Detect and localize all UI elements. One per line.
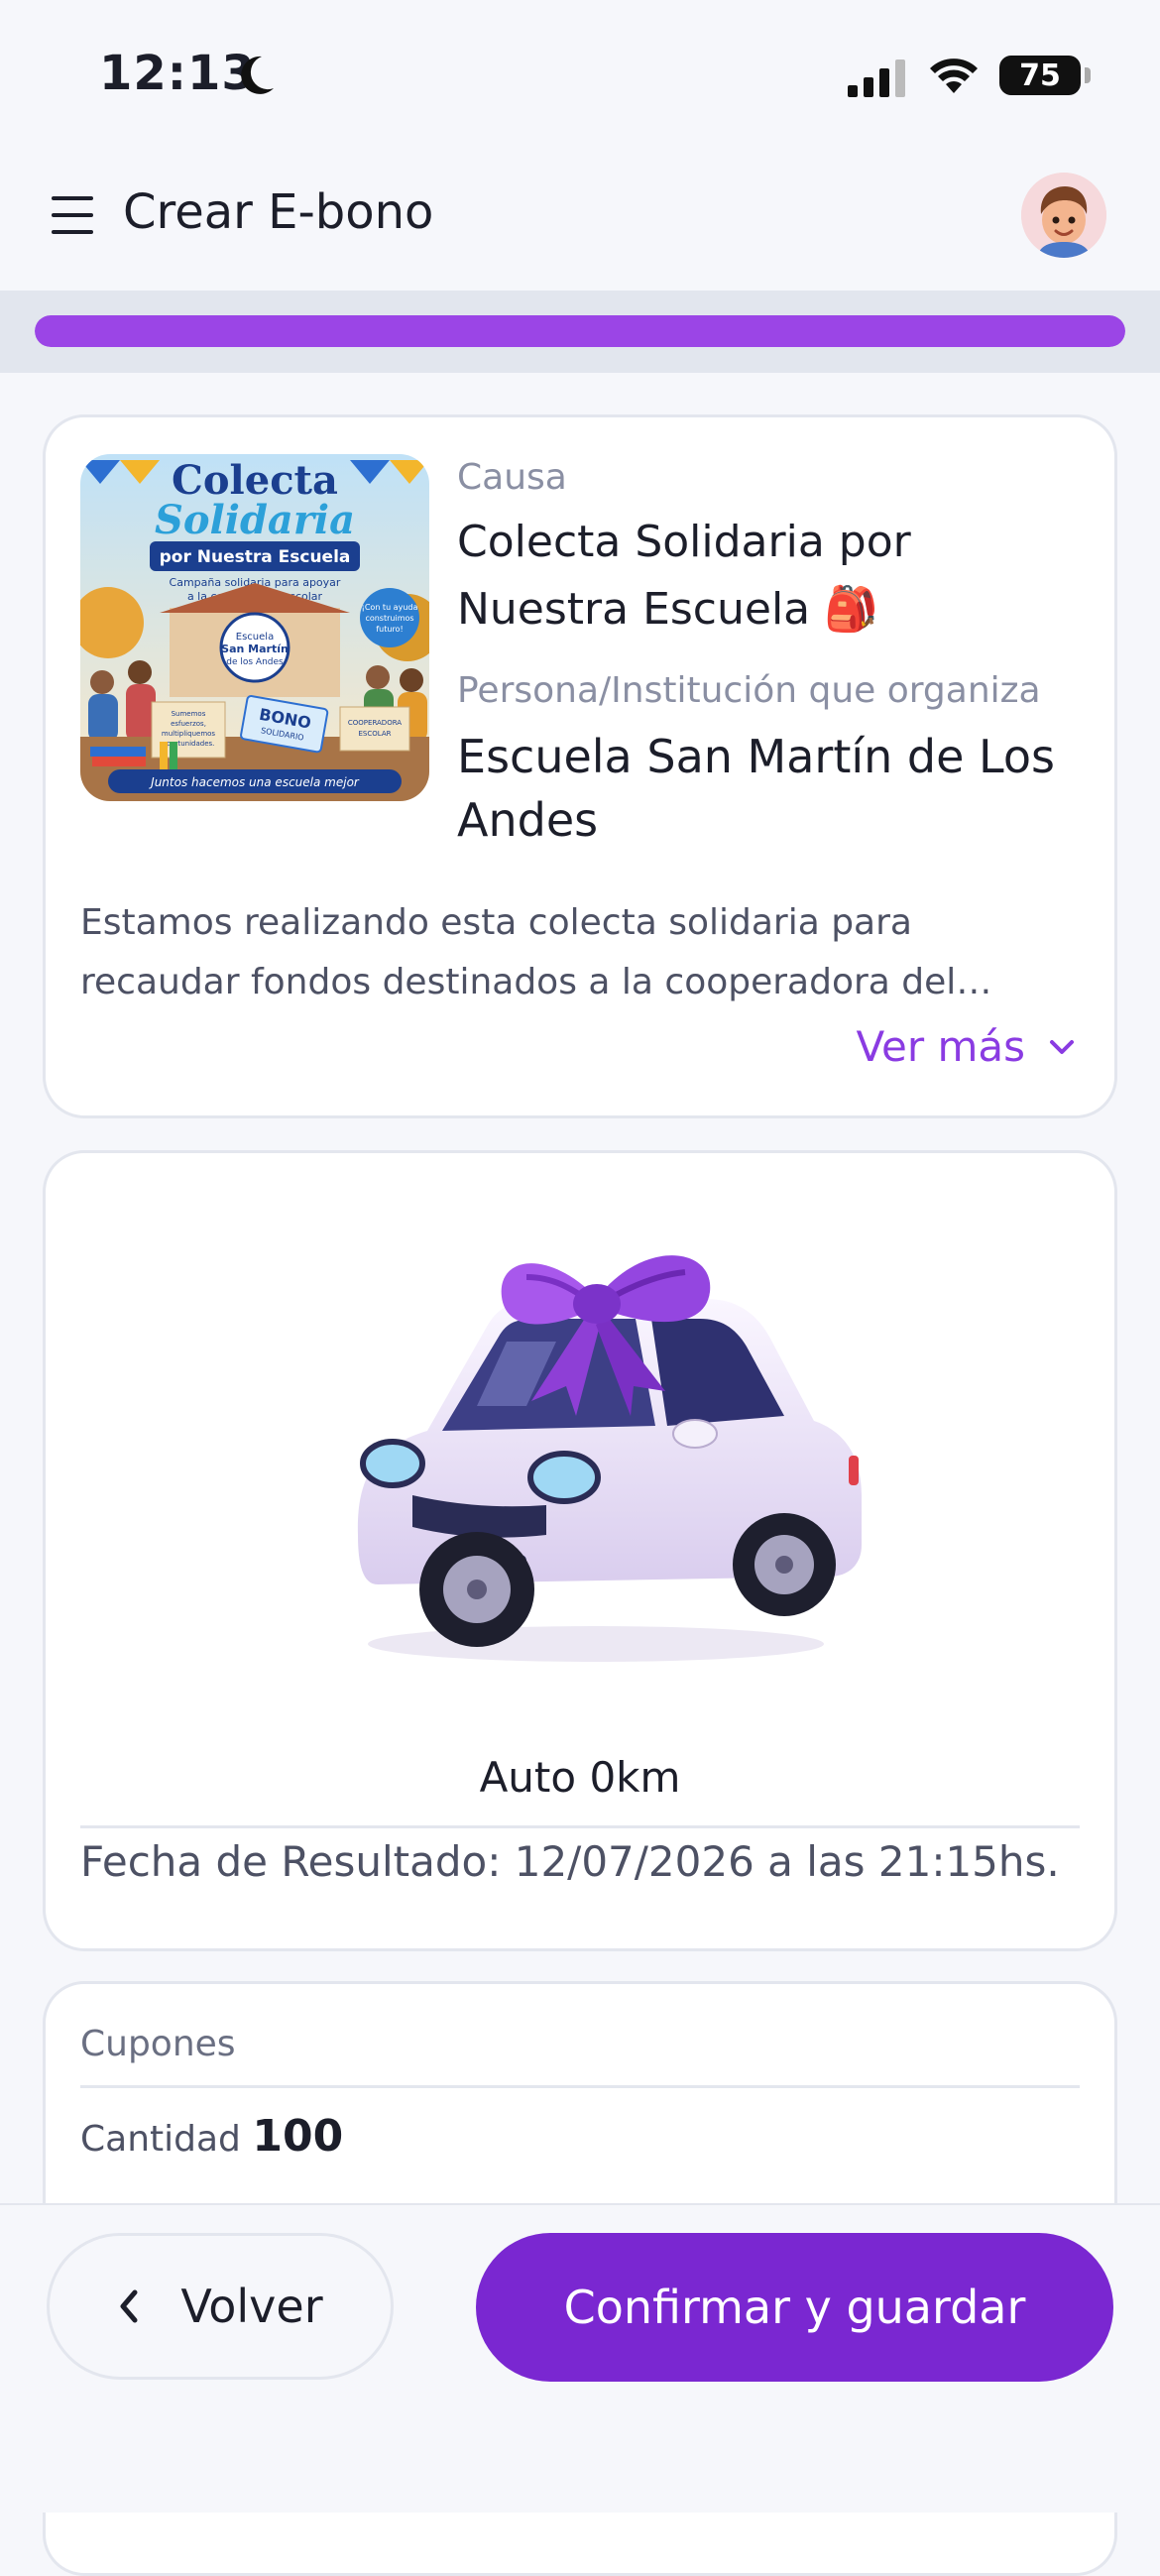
see-more-button[interactable]: Ver más xyxy=(857,1022,1075,1071)
see-more-label: Ver más xyxy=(856,1022,1025,1071)
cause-description: Estamos realizando esta colecta solidari… xyxy=(80,902,957,1002)
poster-coop-2: ESCOLAR xyxy=(359,730,392,738)
result-date: Fecha de Resultado: 12/07/2026 a las 21:… xyxy=(80,1837,1060,1886)
poster-school-3: de los Andes xyxy=(226,657,284,667)
chevron-left-icon xyxy=(120,2289,138,2323)
progress-bar xyxy=(35,315,1125,347)
poster-help-2: construimos xyxy=(365,614,413,623)
back-button-label: Volver xyxy=(180,2280,323,2333)
battery-tip xyxy=(1085,67,1091,83)
battery-icon: 75 xyxy=(999,56,1081,95)
avatar[interactable] xyxy=(1021,173,1106,258)
battery-level: 75 xyxy=(1019,58,1061,93)
signal-icon xyxy=(848,59,905,97)
organizer-label: Persona/Institución que organiza xyxy=(457,670,1041,711)
chevron-down-icon xyxy=(1050,1039,1074,1054)
moon-icon xyxy=(241,56,274,94)
wifi-icon xyxy=(930,59,978,93)
prize-name: Auto 0km xyxy=(479,1753,681,1802)
poster-footer: Juntos hacemos una escuela mejor xyxy=(149,775,360,789)
page-title: Crear E-bono xyxy=(123,184,434,240)
coupons-quantity-row: Cantidad 100 xyxy=(80,2111,343,2162)
coupons-label: Cupones xyxy=(80,2024,236,2064)
poster-school-2: San Martín xyxy=(221,643,289,655)
status-time: 12:13 xyxy=(99,46,256,101)
back-button[interactable]: Volver xyxy=(47,2233,394,2380)
poster-school-1: Escuela xyxy=(236,632,274,643)
poster-title-3: por Nuestra Escuela xyxy=(160,547,351,567)
quantity-value: 100 xyxy=(252,2111,344,2162)
confirm-button-label: Confirmar y guardar xyxy=(563,2281,1026,2334)
cause-poster-image: Colecta Solidaria por Nuestra Escuela Ca… xyxy=(80,454,429,801)
hamburger-menu-icon[interactable] xyxy=(52,196,95,236)
coupons-divider xyxy=(80,2085,1080,2088)
poster-help-1: ¡Con tu ayuda xyxy=(362,603,418,612)
poster-card-2: esfuerzos, xyxy=(171,720,206,728)
prize-divider xyxy=(80,1825,1080,1828)
prize-card: Auto 0km Fecha de Resultado: 12/07/2026 … xyxy=(43,1150,1117,1951)
poster-card-3: multipliquemos xyxy=(162,730,216,738)
cause-title: Colecta Solidaria por Nuestra Escuela 🎒 xyxy=(457,517,911,635)
poster-coop-1: COOPERADORA xyxy=(348,719,402,727)
poster-help-3: futuro! xyxy=(376,625,403,634)
cause-card: Colecta Solidaria por Nuestra Escuela Ca… xyxy=(43,414,1117,1118)
poster-title-2: Solidaria xyxy=(155,497,355,543)
cause-label: Causa xyxy=(457,457,567,498)
quantity-label: Cantidad xyxy=(80,2119,241,2160)
car-with-bow-image xyxy=(357,1255,862,1662)
status-bar: 12:13 75 xyxy=(0,0,1160,149)
poster-card-1: Sumemos xyxy=(172,710,206,718)
confirm-save-button[interactable]: Confirmar y guardar xyxy=(476,2233,1113,2382)
progress-fill xyxy=(35,315,1125,347)
user-avatar-icon xyxy=(1021,173,1106,258)
organizer-name: Escuela San Martín de Los Andes xyxy=(457,730,1055,847)
